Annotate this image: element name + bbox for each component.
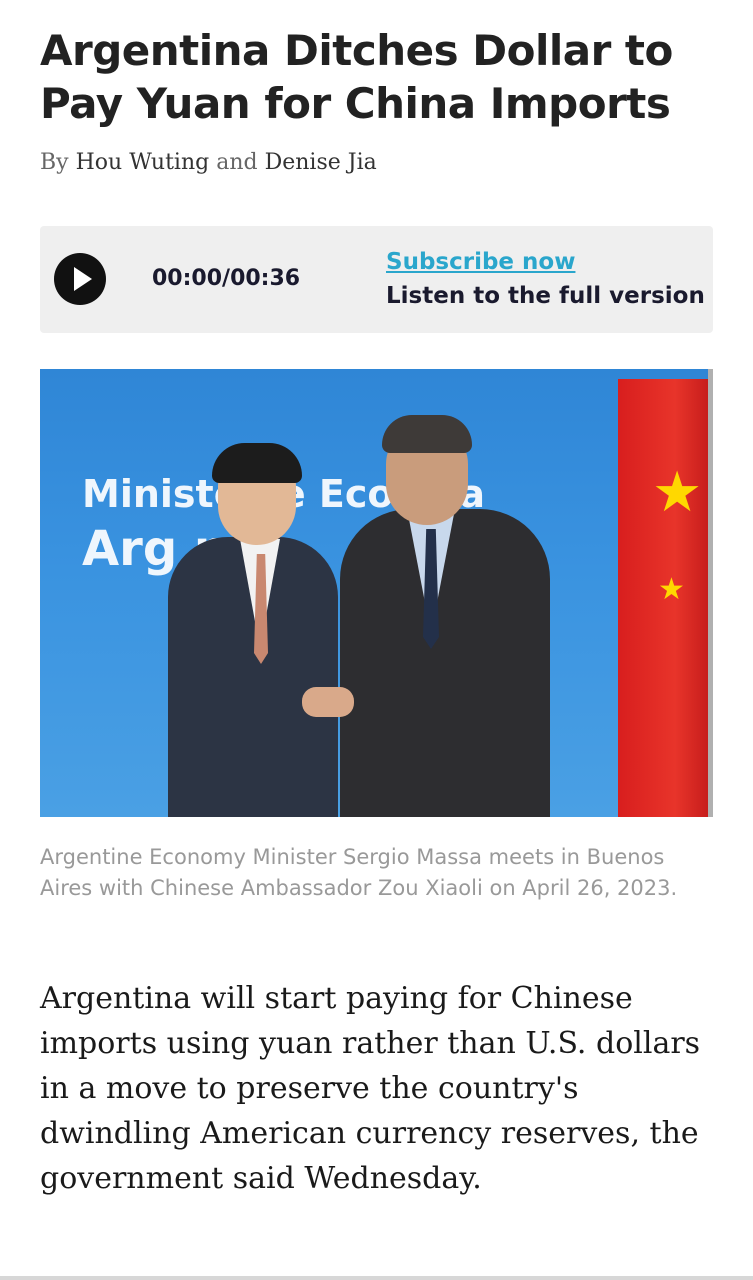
author-link[interactable]: Denise Jia xyxy=(265,150,377,175)
author-link[interactable]: Hou Wuting xyxy=(76,150,210,175)
play-button[interactable] xyxy=(54,253,106,305)
listen-full-version-text: Listen to the full version xyxy=(386,283,705,309)
byline-conjunction: and xyxy=(216,150,258,175)
bottom-divider xyxy=(0,1276,753,1280)
audio-time: 00:00/00:36 xyxy=(152,266,301,291)
china-flag: ★ ★ xyxy=(618,379,713,817)
hair xyxy=(382,415,472,453)
flag-pole xyxy=(708,369,713,817)
photo-caption: Argentine Economy Minister Sergio Massa … xyxy=(40,845,678,900)
article-body: Argentina will start paying for Chinese … xyxy=(40,981,701,1196)
play-icon xyxy=(74,267,92,291)
byline-prefix: By xyxy=(40,150,69,175)
article-headline: Argentina Ditches Dollar to Pay Yuan for… xyxy=(40,26,673,128)
audio-player: 00:00/00:36 Subscribe now Listen to the … xyxy=(40,226,713,333)
article-photo: Ministe de Eco mía Arg na ★ ★ xyxy=(40,369,713,817)
handshake xyxy=(302,687,354,717)
byline: By Hou Wuting and Denise Jia xyxy=(40,150,377,175)
subscribe-link[interactable]: Subscribe now xyxy=(386,249,575,275)
hair xyxy=(212,443,302,483)
